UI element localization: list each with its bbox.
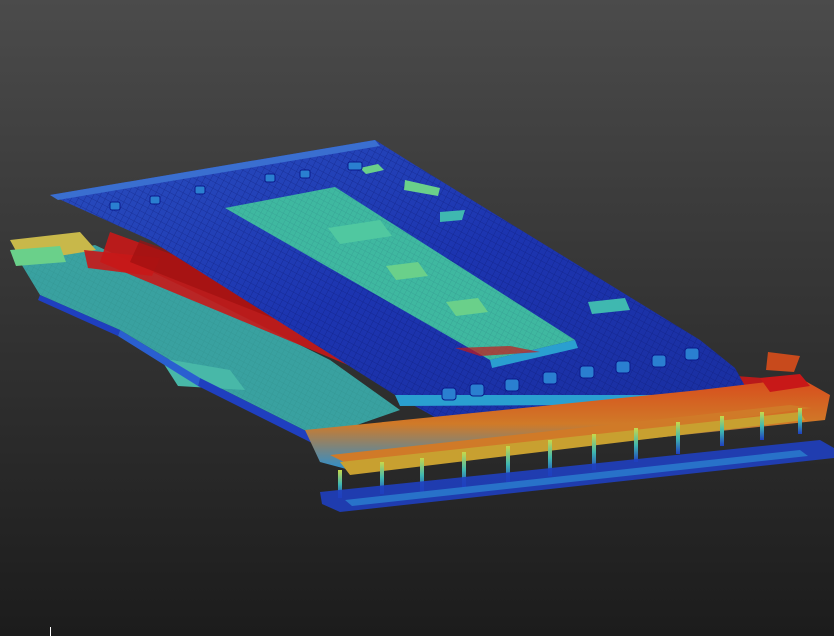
point-cloud-render[interactable]: [0, 0, 834, 636]
axis-tick: [50, 627, 51, 636]
point-cloud-viewport[interactable]: [0, 0, 834, 636]
